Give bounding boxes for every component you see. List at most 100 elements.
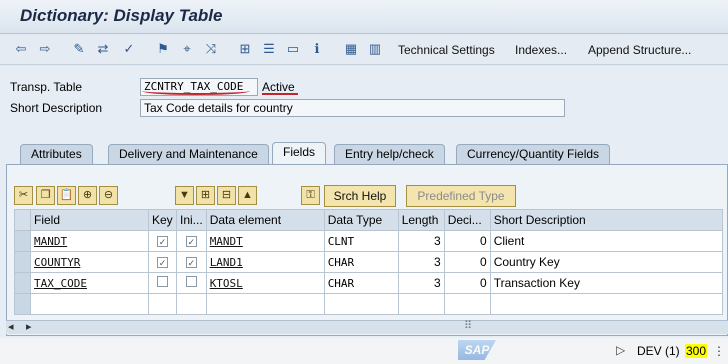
scroll-left-icon[interactable]: ◂ (8, 320, 14, 333)
key-cell[interactable] (148, 272, 177, 294)
table-row[interactable] (14, 293, 723, 315)
short-desc-field[interactable]: Tax Code details for country (140, 99, 565, 117)
data-type-cell[interactable]: CLNT (323, 230, 399, 252)
field-cell[interactable] (30, 293, 149, 315)
short-desc-cell[interactable]: Transaction Key (489, 272, 723, 294)
field-cell[interactable]: MANDT (30, 230, 149, 252)
key-icon[interactable]: ⚿ (301, 186, 320, 205)
transp-table-label: Transp. Table (10, 80, 83, 94)
key-cell[interactable]: ✓ (148, 251, 177, 273)
activate-icon[interactable]: ⚑ (154, 40, 172, 58)
horizontal-scrollbar[interactable]: ◂ ▸ ⠿ (6, 320, 728, 334)
grid-icon[interactable]: ▥ (366, 40, 384, 58)
page-title: Dictionary: Display Table (20, 6, 223, 25)
append-structure-button[interactable]: Append Structure... (588, 43, 691, 57)
tab-currency-quantity[interactable]: Currency/Quantity Fields (456, 144, 611, 164)
table-row[interactable]: MANDT ✓ ✓ MANDT CLNT 3 0 Client (14, 230, 723, 252)
col-ini[interactable]: Ini... (176, 209, 207, 231)
col-short-description[interactable]: Short Description (489, 209, 723, 231)
deci-cell[interactable]: 0 (443, 251, 491, 273)
data-element-cell[interactable]: LAND1 (205, 251, 325, 273)
object-list-icon[interactable]: ☰ (260, 40, 278, 58)
back-icon[interactable]: ⇦ (12, 40, 30, 58)
length-cell[interactable]: 3 (397, 230, 445, 252)
col-field[interactable]: Field (30, 209, 149, 231)
cut-icon[interactable]: ✂ (14, 186, 33, 205)
subtotal-icon[interactable]: ⊟ (217, 186, 236, 205)
length-cell[interactable]: 3 (397, 251, 445, 273)
layout-icon[interactable]: ▭ (284, 40, 302, 58)
filter-icon[interactable]: ⊞ (196, 186, 215, 205)
copy-icon[interactable]: ❐ (36, 186, 55, 205)
table-icon[interactable]: ▦ (342, 40, 360, 58)
data-element-cell[interactable]: MANDT (205, 230, 325, 252)
data-type-cell[interactable] (323, 293, 399, 315)
col-data-element[interactable]: Data element (205, 209, 325, 231)
paste-icon[interactable]: 📋 (57, 186, 76, 205)
row-selector-header[interactable] (14, 209, 31, 231)
tab-entry-help[interactable]: Entry help/check (334, 144, 445, 164)
status-expand-icon[interactable]: ▷ (616, 343, 625, 357)
field-cell[interactable]: COUNTYR (30, 251, 149, 273)
forward-icon[interactable]: ⇨ (36, 40, 54, 58)
table-header-row: Field Key Ini... Data element Data Type … (14, 209, 723, 231)
indexes-button[interactable]: Indexes... (515, 43, 567, 57)
ini-checkbox[interactable]: ✓ (185, 236, 197, 247)
toggle-display-icon[interactable]: ⇄ (94, 40, 112, 58)
status-menu-icon[interactable]: ⋮ (713, 344, 725, 358)
predefined-type-button[interactable]: Predefined Type (406, 185, 516, 207)
row-selector[interactable] (14, 230, 31, 252)
tab-attributes[interactable]: Attributes (20, 144, 93, 164)
col-data-type[interactable]: Data Type (323, 209, 399, 231)
row-selector[interactable] (14, 293, 31, 315)
ini-checkbox[interactable] (185, 276, 197, 287)
info-icon[interactable]: ℹ (308, 40, 326, 58)
table-row[interactable]: TAX_CODE KTOSL CHAR 3 0 Transaction Key (14, 272, 723, 294)
length-cell[interactable]: 3 (397, 272, 445, 294)
tab-fields[interactable]: Fields (272, 142, 327, 164)
deci-cell[interactable] (443, 293, 491, 315)
col-key[interactable]: Key (148, 209, 177, 231)
col-deci[interactable]: Deci... (443, 209, 491, 231)
short-desc-cell[interactable]: Country Key (489, 251, 723, 273)
data-type-cell[interactable]: CHAR (323, 272, 399, 294)
ini-cell[interactable]: ✓ (176, 230, 207, 252)
key-checkbox[interactable]: ✓ (157, 257, 168, 268)
delete-row-icon[interactable]: ⊖ (99, 186, 118, 205)
ini-cell[interactable] (176, 293, 207, 315)
scroll-grip-icon[interactable]: ⠿ (464, 319, 472, 332)
pencil-icon[interactable]: ✎ (70, 40, 88, 58)
tab-delivery-maintenance[interactable]: Delivery and Maintenance (108, 144, 269, 164)
data-element-cell[interactable]: KTOSL (205, 272, 325, 294)
key-cell[interactable]: ✓ (148, 230, 177, 252)
data-element-cell[interactable] (205, 293, 325, 315)
key-checkbox[interactable]: ✓ (157, 236, 168, 247)
deci-cell[interactable]: 0 (443, 230, 491, 252)
short-desc-cell[interactable] (489, 293, 723, 315)
key-checkbox[interactable] (157, 276, 168, 287)
row-selector[interactable] (14, 272, 31, 294)
sort-up-icon[interactable]: ▲ (238, 186, 257, 205)
check-icon[interactable]: ✓ (120, 40, 138, 58)
ini-cell[interactable]: ✓ (176, 251, 207, 273)
graphic-icon[interactable]: ⊞ (236, 40, 254, 58)
technical-settings-button[interactable]: Technical Settings (398, 43, 495, 57)
ini-checkbox[interactable]: ✓ (185, 257, 197, 268)
ini-cell[interactable] (176, 272, 207, 294)
col-length[interactable]: Length (397, 209, 445, 231)
srch-help-button[interactable]: Srch Help (324, 185, 396, 207)
insert-row-icon[interactable]: ⊕ (78, 186, 97, 205)
where-used-icon[interactable]: ⌖ (178, 40, 196, 58)
field-cell[interactable]: TAX_CODE (30, 272, 149, 294)
length-cell[interactable] (397, 293, 445, 315)
table-row[interactable]: COUNTYR ✓ ✓ LAND1 CHAR 3 0 Country Key (14, 251, 723, 273)
hierarchy-icon[interactable]: ⤨ (202, 40, 220, 58)
deci-cell[interactable]: 0 (443, 272, 491, 294)
sort-down-icon[interactable]: ▼ (175, 186, 194, 205)
short-desc-cell[interactable]: Client (489, 230, 723, 252)
short-desc-label: Short Description (10, 101, 103, 115)
scroll-right-icon[interactable]: ▸ (26, 320, 32, 333)
data-type-cell[interactable]: CHAR (323, 251, 399, 273)
row-selector[interactable] (14, 251, 31, 273)
key-cell[interactable] (148, 293, 177, 315)
